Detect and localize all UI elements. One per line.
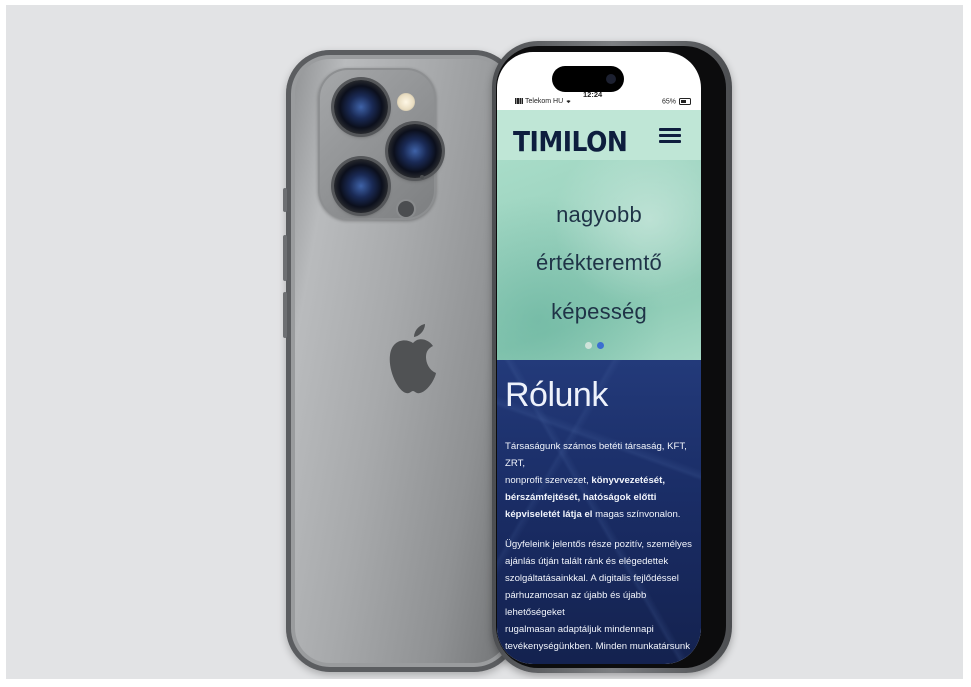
carrier-name: Telekom HU bbox=[525, 98, 564, 105]
flash-icon bbox=[397, 93, 415, 111]
signal-icon bbox=[515, 98, 523, 105]
camera-lens-icon bbox=[334, 80, 388, 134]
site-logo[interactable]: TIMILON bbox=[513, 125, 628, 157]
product-photo-background: Telekom HU 12:24 65% TIMILON nagyobb ért… bbox=[6, 5, 963, 679]
about-paragraph-1: Társaságunk számos betéti társaság, KFT,… bbox=[505, 441, 687, 520]
wifi-icon bbox=[566, 100, 571, 104]
hero-line-3: képesség bbox=[551, 299, 647, 324]
action-button bbox=[283, 188, 287, 212]
status-bar: Telekom HU 12:24 65% bbox=[497, 90, 701, 110]
camera-lens-icon bbox=[334, 159, 388, 213]
dynamic-island bbox=[552, 66, 624, 92]
camera-lens-icon bbox=[388, 124, 442, 178]
apple-logo-icon bbox=[389, 324, 436, 394]
microphone-icon bbox=[420, 175, 424, 179]
hamburger-menu-icon[interactable] bbox=[659, 125, 681, 147]
battery-percent: 65% bbox=[661, 98, 676, 106]
carousel-dot-active[interactable] bbox=[597, 342, 604, 349]
phone-screen: Telekom HU 12:24 65% TIMILON nagyobb ért… bbox=[497, 52, 701, 664]
hero-line-1: nagyobb bbox=[556, 202, 642, 227]
volume-up-button bbox=[283, 235, 287, 281]
hero-line-2: értékteremtő bbox=[536, 250, 662, 275]
volume-down-button bbox=[283, 292, 287, 338]
carousel-dot[interactable] bbox=[585, 342, 592, 349]
front-camera-icon bbox=[606, 74, 616, 84]
about-section: Rólunk Társaságunk számos betéti társasá… bbox=[497, 360, 701, 664]
lidar-sensor-icon bbox=[398, 201, 414, 217]
battery-icon bbox=[679, 98, 691, 105]
hero-banner: nagyobb értékteremtő képesség bbox=[497, 160, 701, 360]
about-title: Rólunk bbox=[505, 376, 608, 414]
status-time: 12:24 bbox=[583, 90, 603, 99]
about-paragraph-2: Ügyfeleink jelentős része pozitív, szemé… bbox=[505, 539, 692, 652]
